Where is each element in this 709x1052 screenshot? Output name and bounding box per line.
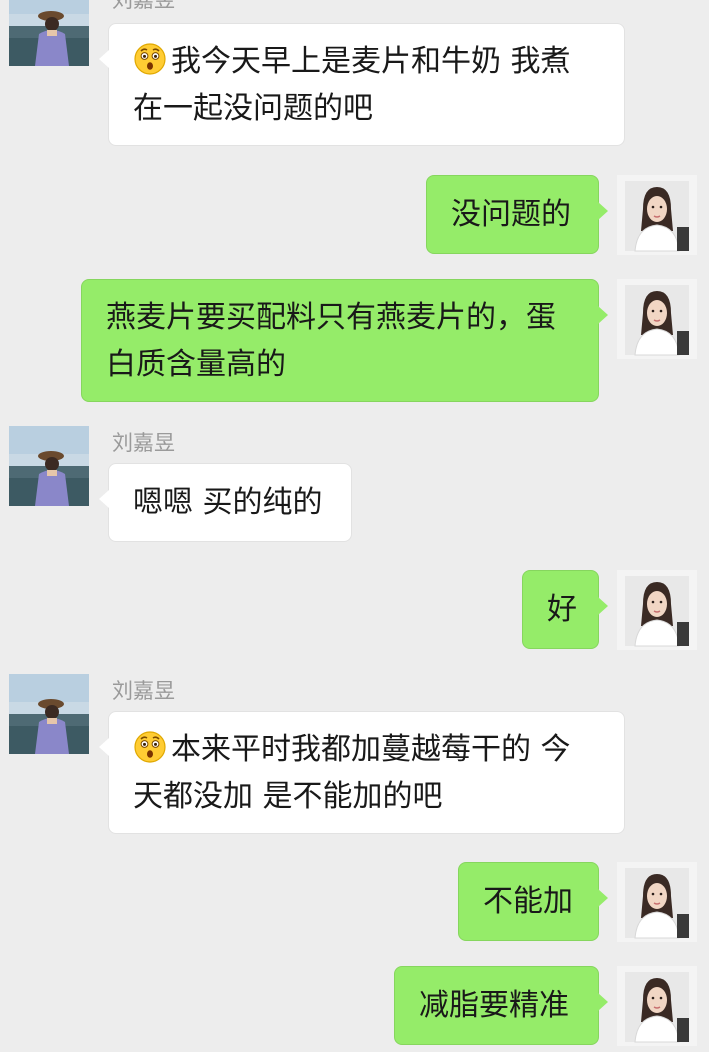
bubble-tail <box>99 738 109 756</box>
contact-avatar[interactable] <box>9 426 89 506</box>
sender-name: 刘嘉昱 <box>112 431 175 455</box>
message-line: 天都没加 是不能加的吧 <box>133 779 443 814</box>
bubble-tail <box>598 993 608 1011</box>
incoming-message-bubble[interactable]: 嗯嗯 买的纯的 <box>99 463 352 542</box>
message-line: 燕麦片要买配料只有燕麦片的，蛋 <box>106 300 556 335</box>
message-line: 白质含量高的 <box>106 347 286 382</box>
bubble-tail <box>598 306 608 324</box>
my-avatar[interactable] <box>617 279 697 359</box>
message-line: 不能加 <box>483 884 573 919</box>
my-avatar[interactable] <box>617 862 697 942</box>
message-line: 本来平时我都加蔓越莓干的 今 <box>133 726 600 773</box>
outgoing-message-bubble[interactable]: 不能加 <box>458 862 608 941</box>
bubble-tail <box>99 490 109 508</box>
outgoing-message-bubble[interactable]: 燕麦片要买配料只有燕麦片的，蛋 白质含量高的 <box>81 279 608 402</box>
outgoing-message-bubble[interactable]: 减脂要精准 <box>394 966 608 1045</box>
contact-avatar[interactable] <box>9 0 89 66</box>
message-line: 减脂要精准 <box>419 988 569 1023</box>
incoming-message-bubble[interactable]: 本来平时我都加蔓越莓干的 今 天都没加 是不能加的吧 <box>99 711 625 834</box>
outgoing-message-bubble[interactable]: 没问题的 <box>426 175 608 254</box>
bubble-tail <box>598 889 608 907</box>
message-line: 嗯嗯 买的纯的 <box>133 485 323 520</box>
contact-avatar[interactable] <box>9 674 89 754</box>
message-line: 没问题的 <box>451 197 571 232</box>
surprised-face-icon <box>133 42 167 76</box>
message-line: 我今天早上是麦片和牛奶 我煮 <box>133 38 600 85</box>
my-avatar[interactable] <box>617 175 697 255</box>
sender-name: 刘嘉昱 <box>112 679 175 703</box>
sender-name: 刘嘉昱 <box>112 0 175 12</box>
bubble-tail <box>99 50 109 68</box>
my-avatar[interactable] <box>617 966 697 1046</box>
message-line: 在一起没问题的吧 <box>133 91 373 126</box>
incoming-message-bubble[interactable]: 我今天早上是麦片和牛奶 我煮 在一起没问题的吧 <box>99 23 625 146</box>
bubble-tail <box>598 202 608 220</box>
surprised-face-icon <box>133 730 167 764</box>
bubble-tail <box>598 597 608 615</box>
my-avatar[interactable] <box>617 570 697 650</box>
message-line: 好 <box>547 592 577 627</box>
outgoing-message-bubble[interactable]: 好 <box>522 570 608 649</box>
